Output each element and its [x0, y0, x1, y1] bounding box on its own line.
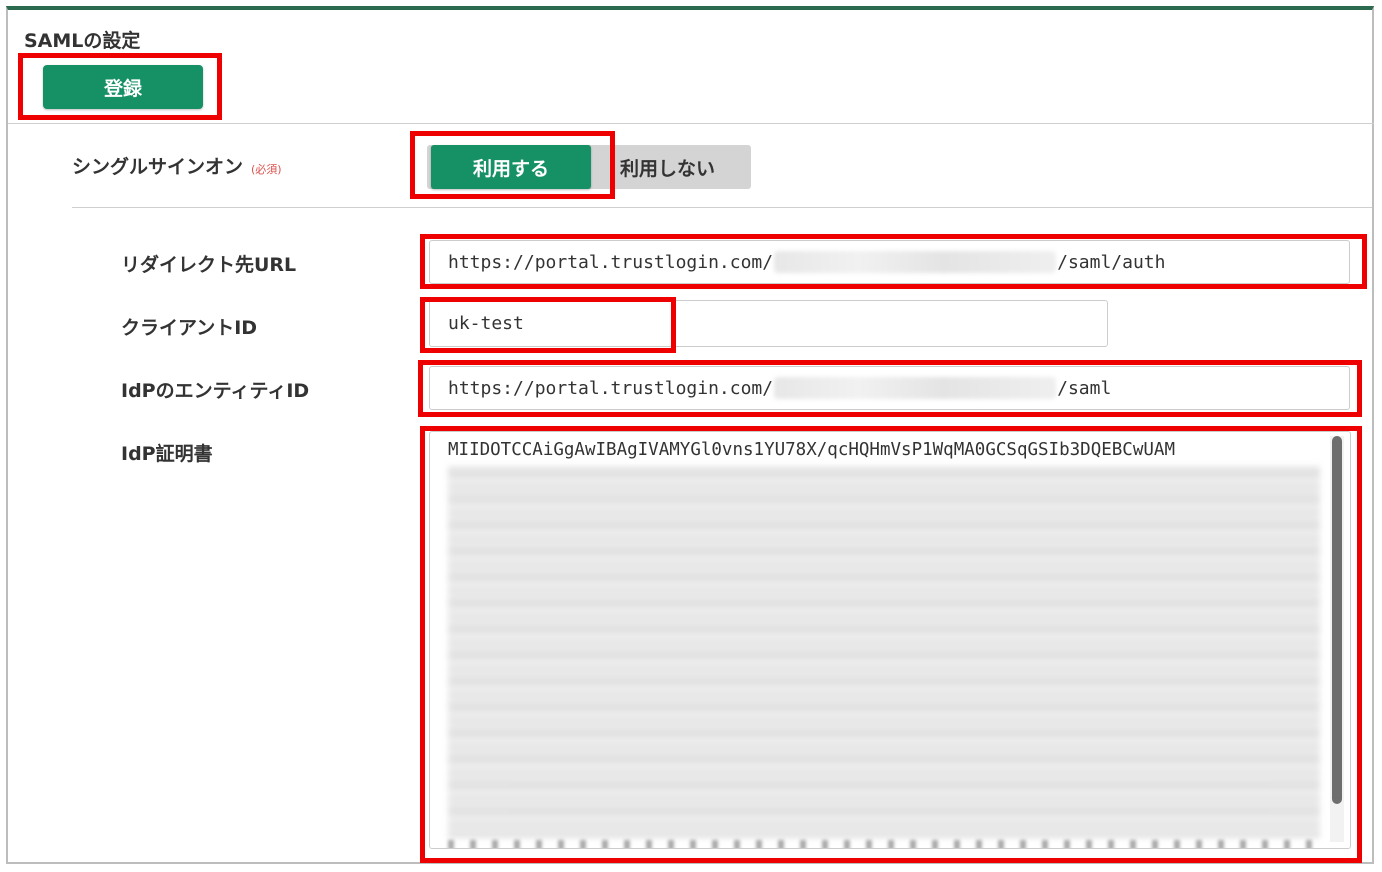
- masked-certificate: [448, 466, 1320, 838]
- required-mark: (必須): [251, 163, 282, 176]
- certificate-first-line: MIIDOTCCAiGgAwIBAgIVAMYGl0vns1YU78X/qcHQ…: [448, 440, 1175, 460]
- idp-entity-id-suffix: /saml: [1057, 377, 1112, 399]
- divider: [8, 123, 1374, 124]
- idp-certificate-textarea[interactable]: MIIDOTCCAiGgAwIBAgIVAMYGl0vns1YU78X/qcHQ…: [429, 431, 1351, 849]
- sso-off-button[interactable]: 利用しない: [620, 145, 715, 189]
- register-button[interactable]: 登録: [43, 65, 203, 109]
- sso-label: シングルサインオン (必須): [72, 152, 282, 179]
- masked-value: [774, 251, 1057, 273]
- sso-label-text: シングルサインオン: [72, 156, 244, 178]
- redirect-url-label: リダイレクト先URL: [121, 254, 297, 276]
- redirect-url-prefix: https://portal.trustlogin.com/: [448, 251, 774, 273]
- idp-certificate-label: IdP証明書: [121, 443, 213, 465]
- divider: [72, 207, 1372, 208]
- idp-entity-id-input[interactable]: https://portal.trustlogin.com/ /saml: [429, 366, 1350, 410]
- client-id-value: uk-test: [448, 313, 524, 334]
- masked-value: [774, 377, 1057, 399]
- client-id-label: クライアントID: [121, 317, 258, 339]
- redirect-url-input[interactable]: https://portal.trustlogin.com/ /saml/auth: [429, 240, 1350, 284]
- masked-certificate-bottom: [448, 840, 1318, 848]
- idp-entity-id-label: IdPのエンティティID: [121, 380, 310, 402]
- idp-entity-id-prefix: https://portal.trustlogin.com/: [448, 377, 774, 399]
- section-title: SAMLの設定: [24, 30, 141, 52]
- scrollbar-thumb[interactable]: [1332, 436, 1342, 804]
- sso-on-button[interactable]: 利用する: [431, 145, 591, 189]
- client-id-input[interactable]: uk-test: [429, 300, 1108, 347]
- redirect-url-suffix: /saml/auth: [1057, 251, 1166, 273]
